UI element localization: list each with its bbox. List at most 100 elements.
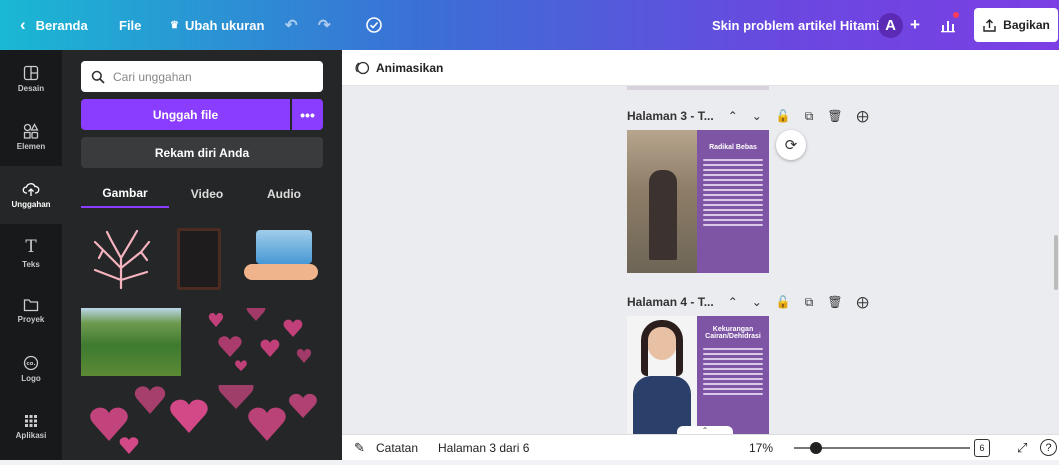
upload-thumb-glowing-hand[interactable] (242, 230, 322, 290)
refresh-icon[interactable]: ⟳ (776, 130, 806, 160)
photo-figure (649, 170, 677, 260)
upload-thumb-hearts-small[interactable] (200, 303, 322, 380)
zoom-slider-thumb[interactable] (810, 442, 822, 454)
rail-item-logo[interactable]: co. Logo (0, 340, 62, 398)
photo-hair (641, 320, 683, 376)
rail-label-text: Teks (22, 260, 40, 269)
page-header-4: Halaman 4 - T... ⌃ ⌄ 🔓 ⧉ 🗑 ⨁ (627, 292, 883, 312)
page-header-3: Halaman 3 - T... ⌃ ⌄ 🔓 ⧉ 🗑 ⨁ (627, 106, 883, 126)
slide-heading: Radikal Bebas (709, 144, 757, 151)
lock-icon[interactable]: 🔓 (776, 295, 791, 309)
show-pages-toggle[interactable]: ⌃ (677, 426, 733, 434)
chevron-left-icon: ‹ (20, 15, 26, 34)
page-title[interactable]: Halaman 3 - T... (627, 109, 714, 123)
trash-icon[interactable]: 🗑 (827, 295, 842, 309)
rail-label-logo: Logo (21, 374, 41, 383)
notes-button[interactable]: Catatan (376, 441, 418, 455)
rail-item-text[interactable]: T Teks (0, 224, 62, 282)
rail-item-uploads[interactable]: Unggahan (0, 166, 62, 224)
upload-file-button[interactable]: Unggah file (81, 99, 290, 130)
add-page-icon[interactable]: ⨁ (857, 109, 869, 123)
back-home-label: Beranda (35, 17, 88, 33)
back-home-button[interactable]: ‹ Beranda (20, 0, 88, 50)
add-page-icon[interactable]: ⨁ (857, 295, 869, 309)
page-grid-button[interactable]: 6 (974, 439, 990, 457)
search-icon (91, 70, 105, 84)
help-icon: ? (1045, 441, 1052, 454)
tab-images[interactable]: Gambar (81, 180, 169, 208)
animate-toolbar: Animasikan (342, 50, 1059, 86)
slide-photo-drinking (627, 316, 697, 434)
redo-icon[interactable]: ↷ (318, 0, 331, 50)
rail-item-projects[interactable]: Proyek (0, 282, 62, 340)
uploads-panel: Cari unggahan Unggah file ••• Rekam diri… (62, 50, 342, 460)
page-title[interactable]: Halaman 4 - T... (627, 295, 714, 309)
tab-video[interactable]: Video (169, 180, 245, 208)
zoom-slider[interactable] (794, 442, 970, 454)
slide-body-text (703, 348, 763, 395)
chevron-down-icon[interactable]: ⌄ (752, 295, 762, 309)
slide-text-panel: Radikal Bebas (697, 130, 769, 273)
resize-button[interactable]: ♛ Ubah ukuran (170, 0, 264, 50)
slide-text-panel: Kekurangan Cairan/Dehidrasi (697, 316, 769, 434)
side-rail: Desain Elemen Unggahan T Teks Proyek co.… (0, 50, 62, 460)
layout-icon (23, 65, 39, 81)
cloud-upload-icon (22, 183, 40, 196)
add-collaborator-icon[interactable]: + (910, 0, 920, 50)
notification-dot (953, 12, 959, 18)
notes-icon[interactable]: ✎ (354, 440, 365, 456)
crown-icon: ♛ (170, 19, 179, 31)
editor-canvas: Halaman 3 - T... ⌃ ⌄ 🔓 ⧉ 🗑 ⨁ Radikal Beb… (342, 86, 1059, 434)
apps-grid-icon (25, 415, 37, 427)
duplicate-icon[interactable]: ⧉ (805, 295, 814, 310)
slide-page-4[interactable]: Kekurangan Cairan/Dehidrasi (627, 316, 769, 434)
upload-thumb-frame[interactable] (177, 228, 221, 290)
upload-thumb-hearts-large[interactable] (81, 378, 323, 460)
file-menu-label: File (119, 17, 142, 33)
search-input[interactable]: Cari unggahan (81, 61, 323, 92)
slide-page-3[interactable]: Radikal Bebas (627, 130, 769, 273)
lock-icon[interactable]: 🔓 (776, 109, 791, 123)
file-menu[interactable]: File (119, 0, 141, 50)
zoom-level[interactable]: 17% (749, 441, 773, 455)
previous-page-edge (627, 86, 769, 90)
text-icon: T (25, 237, 37, 257)
tab-audio[interactable]: Audio (245, 180, 323, 208)
rail-item-design[interactable]: Desain (0, 50, 62, 108)
slide-photo-woman (627, 130, 697, 273)
trash-icon[interactable]: 🗑 (827, 109, 842, 123)
rail-label-apps: Aplikasi (15, 431, 47, 440)
upload-thumb-coral[interactable] (81, 228, 161, 293)
canvas-scrollbar[interactable] (1054, 235, 1058, 290)
cloud-saved-icon[interactable] (365, 0, 383, 50)
rail-label-projects: Proyek (17, 315, 45, 324)
animate-button[interactable]: Animasikan (376, 61, 443, 75)
rail-item-elements[interactable]: Elemen (0, 108, 62, 166)
avatar[interactable]: A (878, 13, 903, 38)
slide-heading: Kekurangan Cairan/Dehidrasi (705, 326, 761, 340)
share-button[interactable]: Bagikan (974, 8, 1058, 42)
share-upload-icon (983, 18, 996, 32)
duplicate-icon[interactable]: ⧉ (805, 109, 814, 124)
record-yourself-button[interactable]: Rekam diri Anda (81, 137, 323, 168)
slide-body-text (703, 159, 763, 226)
share-label: Bagikan (1003, 18, 1050, 32)
page-indicator: Halaman 3 dari 6 (438, 440, 530, 455)
insights-chart-icon[interactable] (940, 0, 959, 50)
logo-icon: co. (23, 355, 39, 371)
chevron-up-icon[interactable]: ⌃ (728, 295, 738, 309)
upload-thumb-garden[interactable] (81, 308, 181, 376)
chevron-up-icon[interactable]: ⌃ (728, 109, 738, 123)
help-button[interactable]: ? (1040, 439, 1057, 456)
fullscreen-icon[interactable]: ⤢ (1017, 440, 1027, 456)
chevron-down-icon[interactable]: ⌄ (752, 109, 762, 123)
rail-label-elements: Elemen (16, 142, 46, 151)
folder-icon (23, 299, 39, 312)
resize-label: Ubah ukuran (184, 17, 265, 33)
upload-more-button[interactable]: ••• (292, 99, 323, 130)
undo-icon[interactable]: ↶ (285, 0, 298, 50)
rail-label-design: Desain (17, 84, 45, 93)
rail-item-apps[interactable]: Aplikasi (0, 398, 62, 456)
document-title[interactable]: Skin problem artikel Hitami (712, 0, 880, 50)
bottom-bar: ✎ Catatan Halaman 3 dari 6 17% 6 ⤢ ? (342, 434, 1059, 460)
